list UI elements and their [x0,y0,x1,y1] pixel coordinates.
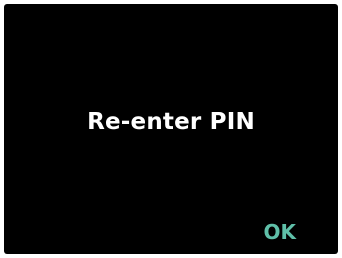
reenter-pin-prompt: Re-enter PIN [87,109,255,135]
ok-button[interactable]: OK [264,220,297,244]
pin-entry-screen: Re-enter PIN OK [4,4,338,254]
